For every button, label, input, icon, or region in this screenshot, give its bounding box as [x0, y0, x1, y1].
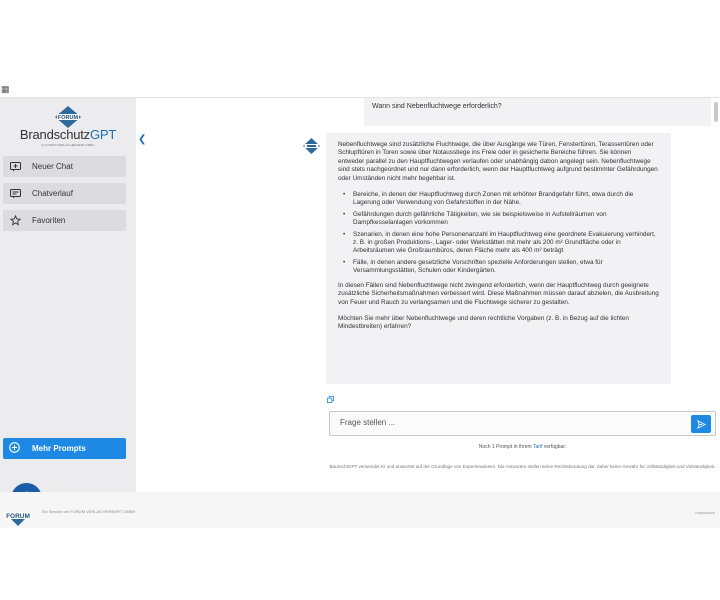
prompt-quota: Noch 1 Prompt in Ihrem Tarif verfügbar. — [478, 444, 567, 450]
chat-history-icon — [9, 188, 21, 199]
footer-service-text: Ein Service der FORUM VERLAG HERKERT GMB… — [42, 509, 136, 514]
bot-avatar-icon — [303, 138, 320, 154]
list-item: Bereiche, in denen der Hauptfluchtweg du… — [340, 191, 659, 208]
user-question-text: Wann sind Nebenfluchtwege erforderlich? — [372, 103, 502, 110]
question-input-box — [329, 411, 716, 436]
send-icon — [696, 419, 706, 429]
disclaimer: BaurechtGPT verwendet KI und antwortet a… — [329, 464, 716, 469]
footer-logo-word: FORUM — [6, 513, 30, 520]
impressum-link[interactable]: Impressum — [695, 510, 715, 515]
favorites-button[interactable]: Favoriten — [3, 210, 126, 231]
new-chat-label: Neuer Chat — [32, 162, 73, 171]
scrollbar[interactable] — [714, 102, 718, 122]
user-message: Wann sind Nebenfluchtwege erforderlich? — [364, 98, 711, 126]
assistant-message: Nebenfluchtwege sind zusätzliche Fluchtw… — [326, 133, 671, 384]
chat-history-label: Chatverlauf — [32, 189, 73, 198]
forum-logo-icon: FORUM — [55, 106, 81, 128]
copy-icon[interactable] — [327, 390, 334, 408]
top-strip: ▦ — [0, 84, 720, 98]
brand-logo[interactable]: FORUM BrandschutzGPT by FORUM VERLAG HER… — [18, 106, 118, 147]
list-item: Gefährdungen durch gefährliche Tätigkeit… — [340, 211, 659, 228]
collapse-sidebar-icon[interactable]: ❮ — [138, 134, 146, 145]
send-button[interactable] — [691, 415, 711, 433]
tarif-link[interactable]: Tarif — [533, 444, 542, 450]
logo-word: FORUM — [58, 115, 79, 121]
app-name: BrandschutzGPT — [19, 127, 117, 142]
answer-paragraph: In diesen Fällen sind Nebenfluchtwege ni… — [338, 281, 659, 306]
answer-list: Bereiche, in denen der Hauptfluchtweg du… — [340, 191, 659, 276]
apps-grid-icon[interactable]: ▦ — [1, 85, 10, 94]
favorites-label: Favoriten — [32, 216, 66, 225]
footer: FORUM Ein Service der FORUM VERLAG HERKE… — [0, 492, 720, 528]
app-subtitle: by FORUM VERLAG HERKERT GMBH — [41, 143, 95, 147]
star-icon — [9, 215, 21, 226]
forum-footer-logo-icon: FORUM — [4, 512, 32, 526]
list-item: Szenarien, in denen eine hohe Personenan… — [340, 231, 659, 256]
more-prompts-label: Mehr Prompts — [32, 444, 86, 453]
new-chat-icon — [9, 161, 21, 172]
sidebar: FORUM BrandschutzGPT by FORUM VERLAG HER… — [0, 98, 136, 514]
question-input[interactable] — [340, 418, 680, 427]
more-prompts-button[interactable]: Mehr Prompts — [3, 438, 126, 459]
new-chat-button[interactable]: Neuer Chat — [3, 156, 126, 177]
list-item: Fälle, in denen andere gesetzliche Vorsc… — [340, 259, 659, 276]
answer-intro: Nebenfluchtwege sind zusätzliche Fluchtw… — [338, 141, 658, 182]
chat-history-button[interactable]: Chatverlauf — [3, 183, 126, 204]
plus-circle-icon — [9, 442, 21, 455]
answer-question: Möchten Sie mehr über Nebenfluchtwege un… — [338, 314, 629, 331]
